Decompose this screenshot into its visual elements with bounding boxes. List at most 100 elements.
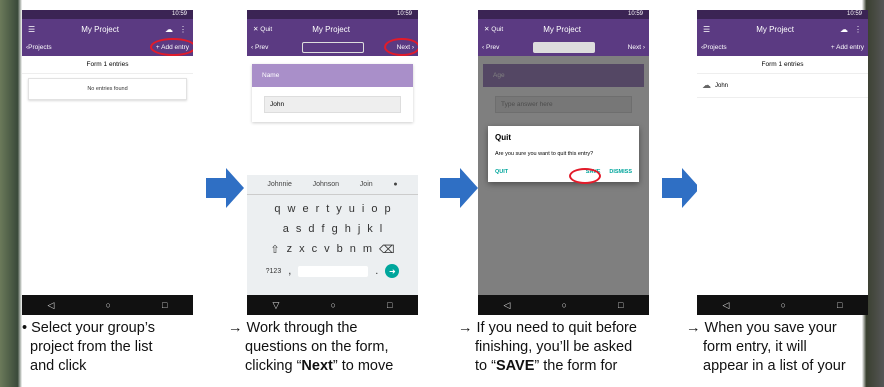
quit-link[interactable]: ✕ Quit [484,25,503,33]
caption-line: project from the list [30,339,153,355]
key[interactable]: n [350,243,356,256]
add-entry-button[interactable]: + Add entry [831,44,864,51]
prev-label: Prev [254,44,269,51]
quit-link[interactable]: ✕ Quit [253,25,272,33]
back-nav-icon[interactable]: ◁ [48,300,55,311]
prev-button[interactable]: ‹ Prev [251,44,268,51]
status-time: 10:59 [846,11,862,17]
key[interactable]: h [345,223,351,235]
status-bar: 10:59 [247,10,418,19]
cloud-icon: ☁ [702,80,711,90]
key[interactable]: b [337,243,343,256]
suggestion-item[interactable]: Johnnie [267,181,292,188]
key[interactable]: q [274,203,280,215]
app-title: My Project [543,24,581,34]
back-nav-icon[interactable]: ▽ [273,300,280,311]
caption-line: finishing, you’ll be asked [475,339,633,355]
back-nav-icon[interactable]: ◁ [723,300,730,311]
entries-heading: Form 1 entries [22,56,193,74]
highlight-ring [384,38,418,56]
symbols-key[interactable]: ?123 [266,268,282,275]
quit-label: Quit [260,26,273,33]
caption-line: questions on the form, [245,339,389,355]
recents-nav-icon[interactable]: □ [162,300,167,310]
key[interactable]: l [380,223,382,235]
key[interactable]: w [287,203,295,215]
entry-title: John [715,82,729,89]
home-nav-icon[interactable]: ○ [106,300,111,310]
key[interactable]: g [332,223,338,235]
comma-key[interactable]: , [288,265,291,277]
key[interactable]: c [312,243,318,256]
status-time: 10:59 [627,11,643,17]
key[interactable]: s [296,223,302,235]
android-nav-bar: ▽ ○ □ [247,295,418,315]
entries-heading: Form 1 entries [697,56,868,74]
dialog-title: Quit [495,133,511,142]
dialog-dismiss-button[interactable]: DISMISS [609,169,632,175]
status-bar: 10:59 [478,10,649,19]
shift-key-icon[interactable]: ⇧ [270,243,279,256]
key[interactable]: k [367,223,373,235]
dialog-quit-button[interactable]: QUIT [495,169,508,175]
home-nav-icon[interactable]: ○ [781,300,786,310]
progress-box [301,42,364,53]
key[interactable]: x [299,243,305,256]
caption-line: appear in a list of your [703,358,846,374]
phone-screen-entry-list: 10:59 ☰ My Project ☁ ⋮ ‹Projects + Add e… [697,10,868,315]
enter-key-icon[interactable]: ➜ [385,264,400,278]
entry-list-item[interactable]: ☁ John [697,74,868,98]
key[interactable]: t [326,203,329,215]
microphone-icon[interactable]: ● [393,181,397,188]
caption-step-3: → If you need to quit before finishing, … [458,319,684,376]
key[interactable]: z [287,243,293,256]
status-time: 10:59 [171,11,187,17]
keyboard: Johnnie Johnson Join ● qwertyuiop asdfgh… [247,175,418,295]
app-title: My Project [81,24,119,34]
key[interactable]: v [324,243,330,256]
projects-back-link[interactable]: ‹Projects [701,44,727,51]
key[interactable]: p [385,203,391,215]
cloud-upload-icon[interactable]: ☁ [840,25,848,34]
backspace-key-icon[interactable]: ⌫ [379,243,395,256]
key[interactable]: j [358,223,360,235]
key[interactable]: m [363,243,372,256]
back-nav-icon[interactable]: ◁ [504,300,511,311]
overflow-menu-icon[interactable]: ⋮ [854,25,862,34]
recents-nav-icon[interactable]: □ [618,300,623,310]
menu-icon[interactable]: ☰ [703,25,710,34]
recents-nav-icon[interactable]: □ [837,300,842,310]
home-nav-icon[interactable]: ○ [562,300,567,310]
suggestion-item[interactable]: Johnson [313,181,339,188]
home-nav-icon[interactable]: ○ [331,300,336,310]
caption-text: ” the form for [534,358,618,374]
key[interactable]: i [362,203,364,215]
key[interactable]: r [316,203,320,215]
status-bar: 10:59 [697,10,868,19]
app-bar: ✕ Quit My Project [247,19,418,39]
question-label: Name [252,64,413,87]
sub-toolbar: ‹Projects + Add entry [697,39,868,56]
key[interactable]: u [349,203,355,215]
recents-nav-icon[interactable]: □ [387,300,392,310]
key[interactable]: f [322,223,325,235]
answer-input[interactable]: John [264,96,401,113]
cloud-upload-icon[interactable]: ☁ [165,25,173,34]
prev-button[interactable]: ‹ Prev [482,44,499,51]
projects-back-link[interactable]: ‹Projects [26,44,52,51]
menu-icon[interactable]: ☰ [28,25,35,34]
caption-step-4: → When you save your form entry, it will… [686,319,878,376]
next-button[interactable]: Next › [628,44,645,51]
key[interactable]: o [371,203,377,215]
key[interactable]: a [283,223,289,235]
key[interactable]: y [336,203,342,215]
android-nav-bar: ◁ ○ □ [22,295,193,315]
overflow-menu-icon[interactable]: ⋮ [179,25,187,34]
caption-line: and click [30,358,87,374]
space-key[interactable] [298,265,369,277]
key[interactable]: e [302,203,308,215]
key[interactable]: d [308,223,314,235]
period-key[interactable]: . [375,265,378,277]
suggestion-item[interactable]: Join [360,181,373,188]
app-bar: ✕ Quit My Project [478,19,649,39]
